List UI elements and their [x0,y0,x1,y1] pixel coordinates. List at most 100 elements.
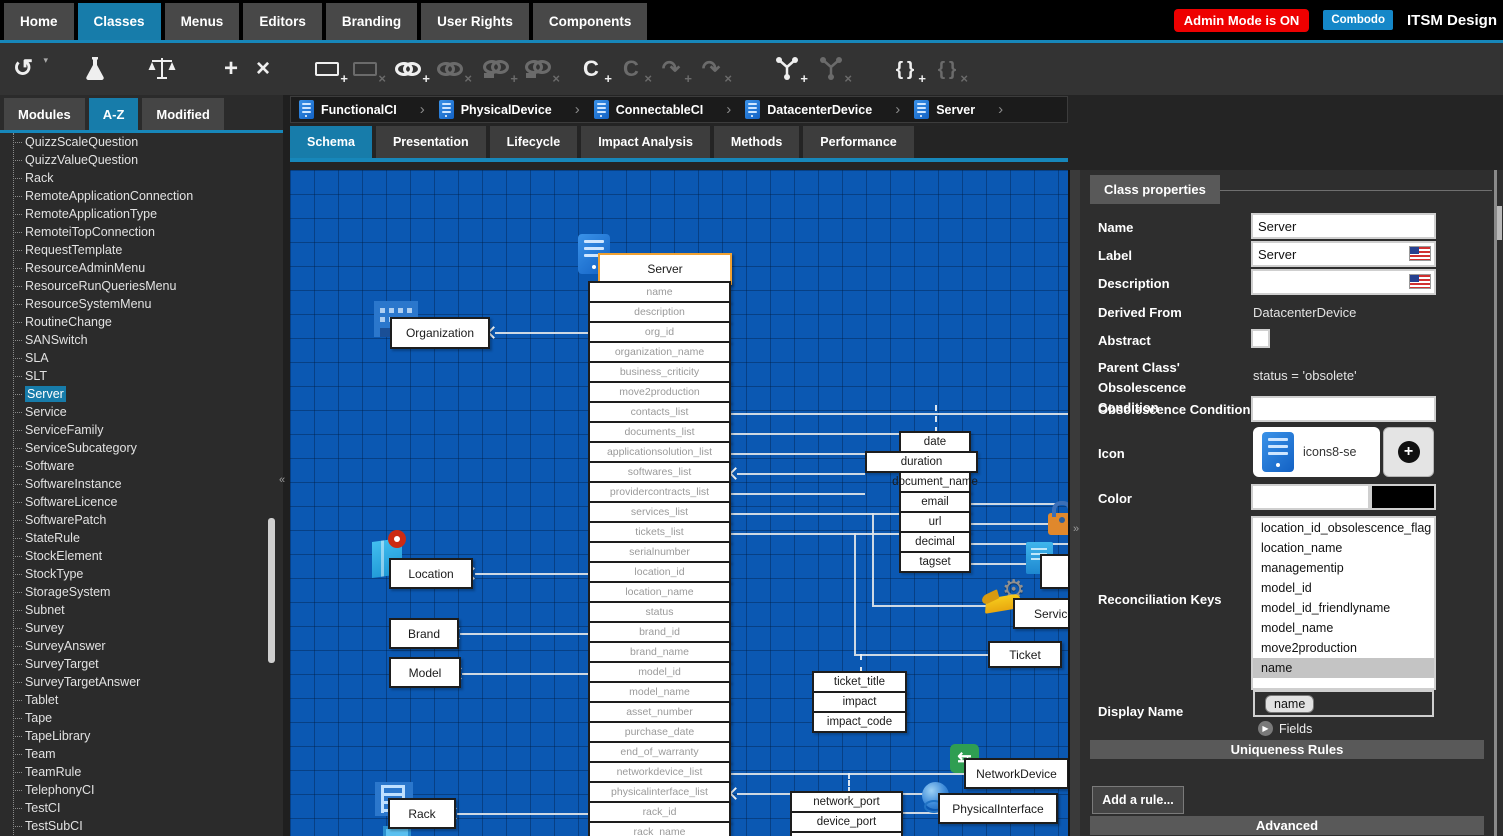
collapse-left-icon[interactable]: « [279,475,285,486]
detail-tab[interactable]: Lifecycle [490,126,578,158]
class-tree-item[interactable]: ResourceRunQueriesMenu [0,277,283,295]
class-tree-item[interactable]: Tablet [0,691,283,709]
class-tree-item[interactable]: SurveyTarget [0,655,283,673]
detail-tab[interactable]: Methods [714,126,799,158]
add-icon[interactable]: + [218,54,244,84]
class-node-networkdevice[interactable]: NetworkDevice [964,758,1068,789]
language-flag-icon[interactable] [1410,275,1430,288]
add-link-icon[interactable]: + [394,54,422,84]
field-node[interactable]: location_id [588,561,731,583]
nav-tab[interactable]: Classes [78,3,161,40]
field-node[interactable]: softwares_list [588,461,731,483]
field-node[interactable]: asset_number [588,701,731,723]
icon-upload-button[interactable]: + [1383,427,1434,477]
expand-right-icon[interactable]: » [1073,524,1079,535]
language-flag-icon[interactable] [1410,247,1430,260]
sidebar-tab[interactable]: A-Z [89,98,139,130]
delete-icon[interactable]: × [250,54,276,84]
breadcrumb-item[interactable]: DatacenterDevice › [745,100,914,119]
class-tree-item[interactable]: TelephonyCI [0,781,283,799]
field-node[interactable]: brand_id [588,621,731,643]
class-node-service[interactable]: Service [1013,598,1068,629]
field-node[interactable]: location_name [588,581,731,603]
undo-icon[interactable]: ↺▾ [10,54,36,84]
class-node-provider[interactable]: P [1040,554,1068,589]
nav-tab[interactable]: User Rights [421,3,529,40]
class-node-organization[interactable]: Organization [390,317,490,349]
field-node[interactable]: physicalinterface_list [588,781,731,803]
fields-toggle[interactable]: ▶ Fields [1258,721,1312,736]
sidebar-scrollbar[interactable] [268,518,275,663]
detail-tab[interactable]: Impact Analysis [581,126,710,158]
class-tree-item[interactable]: StockElement [0,547,283,565]
breadcrumb-item[interactable]: Server › [914,100,1017,119]
reconciliation-key-item[interactable]: location_name [1253,538,1434,558]
field-node[interactable]: name [588,281,731,303]
class-tree-item[interactable]: SLT [0,367,283,385]
class-tree-item[interactable]: SurveyTargetAnswer [0,673,283,691]
nav-tab[interactable]: Components [533,3,648,40]
class-tree-item[interactable]: RemoteApplicationConnection [0,187,283,205]
class-tree-item[interactable]: Subnet [0,601,283,619]
field-node[interactable]: description [588,301,731,323]
advanced-header[interactable]: Advanced [1090,816,1484,835]
reconciliation-key-item[interactable]: model_id [1253,578,1434,598]
class-tree-item[interactable]: QuizzValueQuestion [0,151,283,169]
class-node-brand[interactable]: Brand [389,618,459,649]
abstract-checkbox[interactable] [1253,331,1268,346]
type-node[interactable]: tagset [899,551,971,573]
add-rule-button[interactable]: Add a rule... [1092,786,1184,814]
field-node[interactable]: org_id [588,321,731,343]
add-class-icon[interactable]: C+ [578,54,604,84]
sidebar-tab[interactable]: Modified [142,98,223,130]
reconciliation-key-item[interactable]: move2production [1253,638,1434,658]
field-node[interactable]: rack_name [588,821,731,836]
detail-tab[interactable]: Schema [290,126,372,158]
reconciliation-key-item[interactable]: model_id_friendlyname [1253,598,1434,618]
schema-canvas[interactable]: ⚙ ⇆ Server namedescriptionorg_idorganiza… [290,170,1068,836]
field-node[interactable]: business_criticity [588,361,731,383]
class-tree-item[interactable]: StorageSystem [0,583,283,601]
class-node-ticket[interactable]: Ticket [988,641,1062,668]
obsolescence-input[interactable] [1253,398,1434,420]
field-node[interactable]: serialnumber [588,541,731,563]
description-input[interactable] [1253,271,1434,293]
color-swatch[interactable] [1372,486,1434,508]
class-tree-item[interactable]: ResourceSystemMenu [0,295,283,313]
class-tree-item[interactable]: TestCI [0,799,283,817]
class-tree-item[interactable]: Team [0,745,283,763]
class-tree-item[interactable]: ResourceAdminMenu [0,259,283,277]
field-node[interactable]: networkdevice_list [588,761,731,783]
field-node[interactable]: model_id [588,661,731,683]
breadcrumb-item[interactable]: FunctionalCI › [299,100,439,119]
breadcrumb-item[interactable]: ConnectableCI › [594,100,746,119]
reconciliation-key-item[interactable]: model_name [1253,618,1434,638]
reconciliation-key-item[interactable]: location_id_obsolescence_flag [1253,518,1434,538]
field-node[interactable]: network_port [790,791,903,813]
field-node[interactable]: tickets_list [588,521,731,543]
flask-icon[interactable] [82,54,108,84]
display-name-chip[interactable]: name [1265,695,1314,713]
class-tree-item[interactable]: Server [0,385,283,403]
nav-tab[interactable]: Editors [243,3,322,40]
class-tree-item[interactable]: StockType [0,565,283,583]
type-node[interactable]: document_name [899,471,971,493]
field-node[interactable]: applicationsolution_list [588,441,731,463]
class-tree-item[interactable]: Tape [0,709,283,727]
field-node[interactable]: providercontracts_list [588,481,731,503]
class-tree-item[interactable]: ServiceFamily [0,421,283,439]
class-tree-item[interactable]: SoftwarePatch [0,511,283,529]
name-input[interactable] [1253,215,1434,237]
class-tree-item[interactable]: ServiceSubcategory [0,439,283,457]
icon-preview[interactable]: icons8-se [1253,427,1380,477]
type-node[interactable]: duration [865,451,978,473]
label-input[interactable] [1253,243,1434,265]
class-tree-item[interactable]: RemoteApplicationType [0,205,283,223]
type-node[interactable]: date [899,431,971,453]
class-node-rack[interactable]: Rack [388,798,456,829]
class-tree-item[interactable]: SoftwareInstance [0,475,283,493]
color-input[interactable] [1253,486,1368,508]
class-tree-item[interactable]: Service [0,403,283,421]
field-node[interactable]: end_of_warranty [588,741,731,763]
balance-icon[interactable] [148,54,176,84]
